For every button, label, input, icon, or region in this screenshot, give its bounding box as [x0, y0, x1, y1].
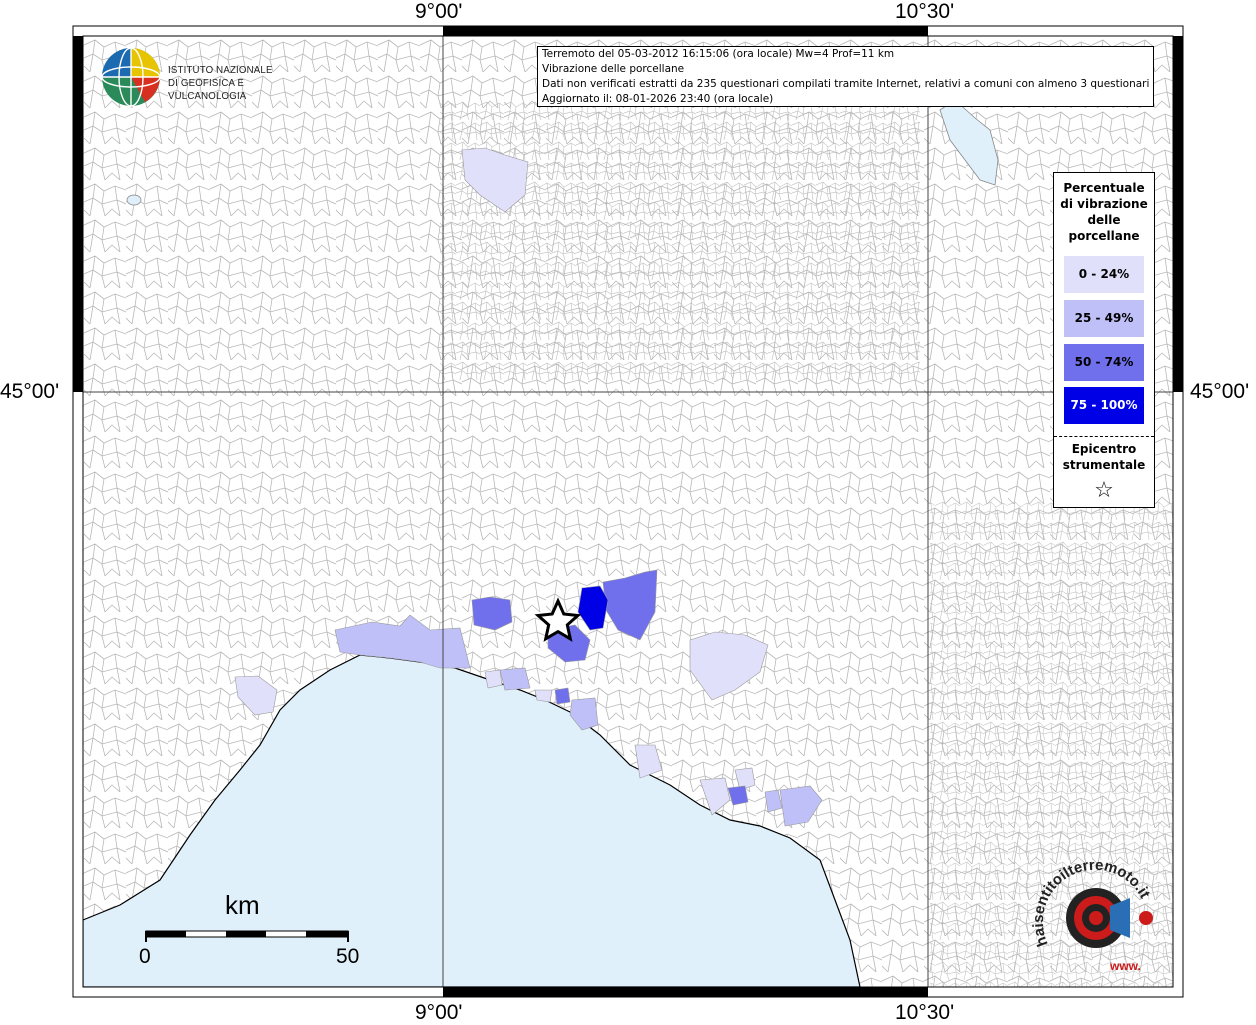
event-title: Terremoto del 05-03-2012 16:15:06 (ora l… — [542, 48, 895, 60]
scale-bar: km 0 50 — [139, 890, 380, 970]
lon-label-bottom-1: 9°00' — [415, 1001, 463, 1024]
event-info-box: Terremoto del 05-03-2012 16:15:06 (ora l… — [537, 46, 1154, 107]
data-note: Dati non verificati estratti da 235 ques… — [542, 78, 1149, 90]
scale-unit: km — [225, 890, 260, 920]
legend-epicenter-label: Epicentro strumentale — [1062, 442, 1146, 472]
municipality-0-24[interactable] — [484, 669, 503, 689]
legend-title: Percentuale di vibrazione delle porcella… — [1060, 181, 1148, 243]
lon-label-bottom-2: 10°30' — [895, 1001, 955, 1024]
ingv-name-line1: ISTITUTO NAZIONALE — [168, 64, 273, 76]
lake — [126, 194, 142, 206]
legend-star-icon: ☆ — [1094, 478, 1114, 503]
legend-item-0-24: 0 - 24% — [1064, 256, 1144, 293]
municipality-50-74[interactable] — [554, 687, 571, 705]
municipality-50-74[interactable] — [471, 596, 513, 631]
legend: Percentuale di vibrazione delle porcella… — [1053, 172, 1155, 508]
ingv-name-line2: DI GEOFISICA E VULCANOLOGIA — [168, 77, 247, 102]
ingv-logo: ISTITUTO NAZIONALE DI GEOFISICA E VULCAN… — [100, 46, 320, 110]
scale-min: 0 — [139, 945, 151, 968]
ingv-globe-icon — [101, 47, 161, 107]
scale-max: 50 — [336, 945, 360, 968]
legend-item-75-100: 75 - 100% — [1064, 387, 1144, 424]
municipality-25-49[interactable] — [499, 667, 531, 691]
speaker-target-icon: haisentitoilterremoto.it www. — [1030, 857, 1154, 973]
haisentito-logo: haisentitoilterremoto.it www. — [1030, 857, 1170, 982]
haisentito-www: www. — [1109, 959, 1141, 973]
municipality-0-24[interactable] — [534, 689, 553, 703]
map-subject: Vibrazione delle porcellane — [542, 63, 685, 75]
legend-item-50-74: 50 - 74% — [1064, 344, 1144, 381]
legend-divider — [1054, 436, 1154, 437]
lon-label-top-1: 9°00' — [415, 0, 463, 23]
lon-label-top-2: 10°30' — [895, 0, 955, 23]
update-time: Aggiornato il: 08-01-2026 23:40 (ora loc… — [542, 93, 774, 105]
legend-item-25-49: 25 - 49% — [1064, 300, 1144, 337]
lat-label-right: 45°00' — [1190, 380, 1250, 403]
lat-label-left: 45°00' — [0, 380, 60, 403]
